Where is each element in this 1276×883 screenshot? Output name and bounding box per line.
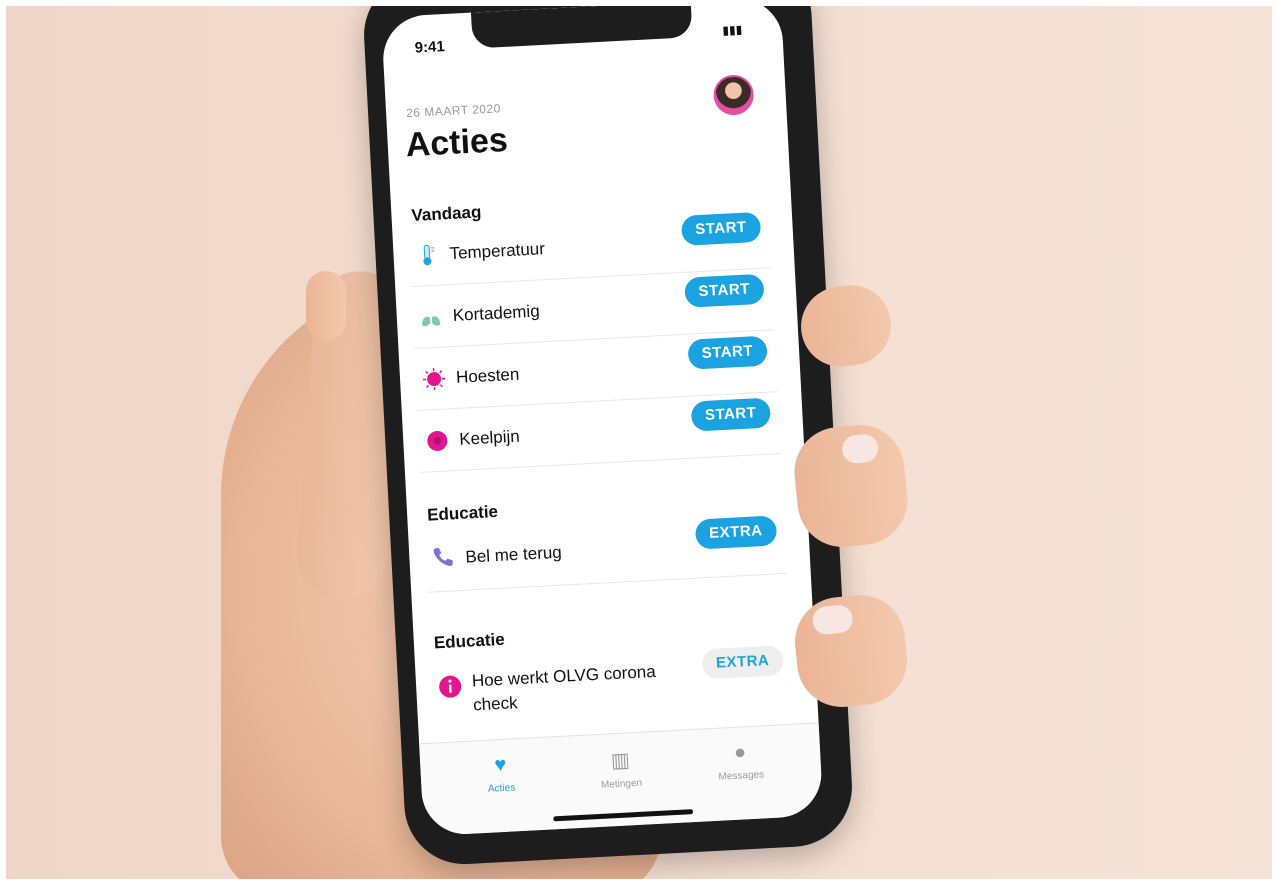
chat-bubble-icon: ● — [733, 741, 747, 764]
heart-icon: ♥ — [493, 753, 507, 777]
avatar[interactable] — [712, 73, 755, 117]
fingernail — [840, 433, 880, 465]
info-icon — [439, 675, 462, 698]
item-label: Hoe werkt OLVG corona check — [471, 661, 657, 715]
finger — [790, 420, 912, 552]
thermometer-icon — [423, 244, 435, 266]
tab-label: Metingen — [600, 777, 643, 791]
bar-chart-icon: ▥ — [610, 749, 631, 773]
signal-icon: ▮▮▮ — [722, 22, 743, 38]
start-button[interactable]: START — [690, 397, 772, 432]
item-label: Keelpijn — [458, 426, 521, 449]
status-time: 9:41 — [414, 38, 446, 57]
date-label: 26 MAART 2020 — [405, 101, 502, 121]
phone: 9:41 ▮▮▮ 26 MAART 2020 Acties Vandaag Te… — [361, 6, 855, 868]
tab-bar: ♥ Acties ▥ Metingen ● Messages — [419, 722, 824, 837]
item-label: Kortademig — [452, 301, 541, 325]
thumb-tip — [306, 271, 346, 341]
tab-label: Acties — [487, 782, 516, 795]
throat-icon — [427, 430, 448, 451]
page-title: Acties — [404, 120, 509, 165]
notch — [470, 6, 693, 49]
extra-button[interactable]: EXTRA — [701, 645, 785, 680]
item-label: Temperatuur — [449, 239, 546, 264]
virus-icon — [423, 368, 446, 391]
start-button[interactable]: START — [683, 273, 765, 308]
item-label: Hoesten — [455, 364, 520, 387]
fingernail — [811, 603, 854, 636]
tab-messages[interactable]: ● Messages — [685, 739, 797, 785]
phone-icon — [433, 548, 453, 566]
phone-screen: 9:41 ▮▮▮ 26 MAART 2020 Acties Vandaag Te… — [381, 6, 824, 837]
tab-metingen[interactable]: ▥ Metingen — [565, 745, 677, 793]
start-button[interactable]: START — [680, 211, 762, 246]
section-title: Educatie — [433, 629, 506, 653]
extra-button[interactable]: EXTRA — [694, 515, 778, 550]
item-label: Bel me terug — [464, 542, 563, 567]
tab-label: Messages — [718, 769, 765, 783]
photo-background: 9:41 ▮▮▮ 26 MAART 2020 Acties Vandaag Te… — [6, 6, 1272, 879]
tab-acties[interactable]: ♥ Acties — [445, 751, 557, 797]
home-indicator — [553, 809, 694, 822]
lungs-icon — [422, 309, 441, 327]
start-button[interactable]: START — [686, 335, 768, 370]
